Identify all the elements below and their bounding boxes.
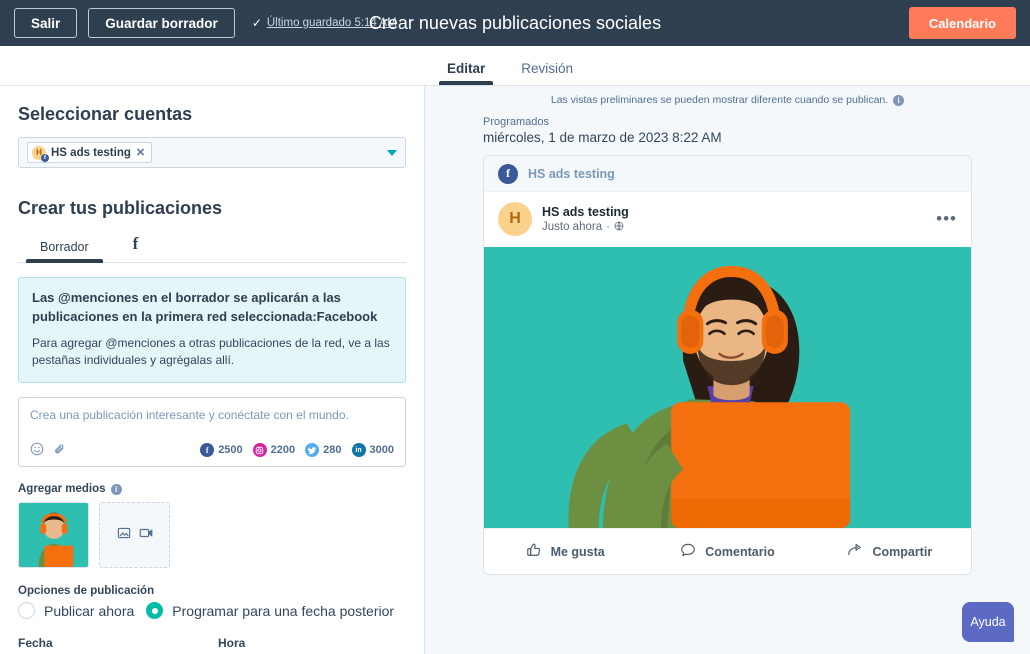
comment-label: Comentario (705, 545, 774, 559)
like-label: Me gusta (551, 545, 605, 559)
network-tab-borrador[interactable]: Borrador (18, 240, 111, 262)
twitter-icon (305, 443, 319, 457)
main-tabs: Editar Revisión (0, 46, 1030, 86)
count-value: 2500 (218, 444, 242, 456)
video-icon[interactable] (139, 526, 153, 545)
share-button[interactable]: Compartir (809, 542, 971, 561)
radio-label: Publicar ahora (44, 603, 134, 619)
count-twitter: 280 (305, 443, 341, 457)
separator-dot: · (606, 221, 610, 233)
media-dropzone[interactable] (99, 502, 170, 568)
author-info: HS ads testing Justo ahora · (542, 204, 629, 234)
composer-placeholder: Crea una publicación interesante y conéc… (30, 408, 394, 422)
banner-body: Para agregar @menciones a otras publicac… (32, 335, 392, 370)
info-icon[interactable]: i (893, 95, 904, 106)
preview-disclaimer-text: Las vistas preliminares se pueden mostra… (551, 94, 888, 106)
select-accounts-heading: Seleccionar cuentas (18, 104, 406, 125)
create-posts-heading: Crear tus publicaciones (18, 198, 406, 219)
facebook-preview-card: f HS ads testing H HS ads testing Justo … (483, 155, 972, 575)
count-value: 280 (323, 444, 341, 456)
exit-button[interactable]: Salir (14, 8, 77, 38)
datetime-labels: Fecha Hora (18, 636, 406, 650)
radio-label: Programar para una fecha posterior (172, 603, 394, 619)
emoji-icon[interactable] (30, 442, 44, 459)
author-meta: Justo ahora · (542, 221, 629, 234)
top-bar: Salir Guardar borrador ✓ Último guardado… (0, 0, 1030, 46)
author-name: HS ads testing (542, 204, 629, 221)
facebook-icon: f (498, 164, 518, 184)
media-thumbnail[interactable] (18, 502, 89, 568)
right-preview-panel: Las vistas preliminares se pueden mostra… (425, 86, 1030, 654)
attachment-icon[interactable] (53, 442, 67, 459)
share-label: Compartir (872, 545, 932, 559)
publish-options-radios: Publicar ahora Programar para una fecha … (18, 602, 406, 619)
accounts-select[interactable]: H f HS ads testing ✕ (18, 137, 406, 168)
thumbs-up-icon (526, 542, 542, 561)
time-label: Hora (218, 636, 245, 650)
info-icon[interactable]: i (111, 484, 122, 495)
date-label: Fecha (18, 636, 218, 650)
banner-title: Las @menciones en el borrador se aplicar… (32, 289, 392, 327)
card-author-row: H HS ads testing Justo ahora · ••• (484, 192, 971, 247)
comment-icon (680, 542, 696, 561)
character-counts: f 2500 2200 (200, 443, 394, 457)
facebook-icon: f (133, 234, 139, 253)
save-draft-button[interactable]: Guardar borrador (88, 8, 235, 38)
help-button[interactable]: Ayuda (962, 602, 1014, 642)
content-area: Seleccionar cuentas H f HS ads testing ✕… (0, 86, 1030, 654)
account-avatar-icon: H f (32, 146, 46, 160)
globe-icon (614, 221, 624, 234)
card-network-account: HS ads testing (528, 167, 615, 181)
media-row (18, 502, 406, 568)
count-instagram: 2200 (253, 443, 295, 457)
avatar: H (498, 202, 532, 236)
network-tab-facebook[interactable]: f (111, 234, 161, 262)
network-tabs: Borrador f (18, 229, 406, 263)
account-chip-label: HS ads testing (51, 147, 131, 159)
radio-programar[interactable]: Programar para una fecha posterior (146, 602, 394, 619)
left-editor-panel: Seleccionar cuentas H f HS ads testing ✕… (0, 86, 425, 654)
account-chip[interactable]: H f HS ads testing ✕ (27, 142, 152, 163)
composer-toolbar: f 2500 2200 (30, 434, 394, 466)
chevron-down-icon[interactable] (387, 150, 397, 156)
add-media-label: Agregar medios i (18, 483, 406, 495)
check-icon: ✓ (252, 17, 262, 29)
calendar-button[interactable]: Calendario (909, 7, 1016, 39)
facebook-badge-icon: f (41, 154, 49, 162)
radio-publicar-ahora[interactable]: Publicar ahora (18, 602, 134, 619)
publish-options-label: Opciones de publicación (18, 585, 406, 597)
last-saved-status: ✓ Último guardado 5:14 AM (252, 17, 397, 29)
count-value: 3000 (370, 444, 394, 456)
post-composer[interactable]: Crea una publicación interesante y conéc… (18, 397, 406, 467)
count-facebook: f 2500 (200, 443, 242, 457)
post-media-image (484, 247, 971, 528)
instagram-icon (253, 443, 267, 457)
card-actions: Me gusta Comentario (484, 528, 971, 574)
more-options-icon[interactable]: ••• (936, 214, 957, 224)
tab-revision[interactable]: Revisión (503, 61, 591, 85)
card-network-header: f HS ads testing (484, 156, 971, 192)
mentions-info-banner: Las @menciones en el borrador se aplicar… (18, 277, 406, 383)
linkedin-icon: in (352, 443, 366, 457)
count-value: 2200 (271, 444, 295, 456)
author-time: Justo ahora (542, 221, 602, 233)
preview-disclaimer: Las vistas preliminares se pueden mostra… (483, 94, 972, 106)
share-icon (847, 542, 863, 561)
remove-account-icon[interactable]: ✕ (136, 146, 145, 159)
radio-button-off-icon[interactable] (18, 602, 35, 619)
comment-button[interactable]: Comentario (646, 542, 808, 561)
add-media-text: Agregar medios (18, 483, 106, 495)
scheduled-label: Programados (483, 116, 972, 128)
count-linkedin: in 3000 (352, 443, 394, 457)
radio-button-on-icon[interactable] (146, 602, 163, 619)
image-icon[interactable] (117, 526, 131, 545)
tab-editar[interactable]: Editar (429, 61, 503, 85)
facebook-icon: f (200, 443, 214, 457)
like-button[interactable]: Me gusta (484, 542, 646, 561)
last-saved-link[interactable]: Último guardado 5:14 AM (267, 17, 397, 29)
scheduled-date: miércoles, 1 de marzo de 2023 8:22 AM (483, 130, 972, 145)
